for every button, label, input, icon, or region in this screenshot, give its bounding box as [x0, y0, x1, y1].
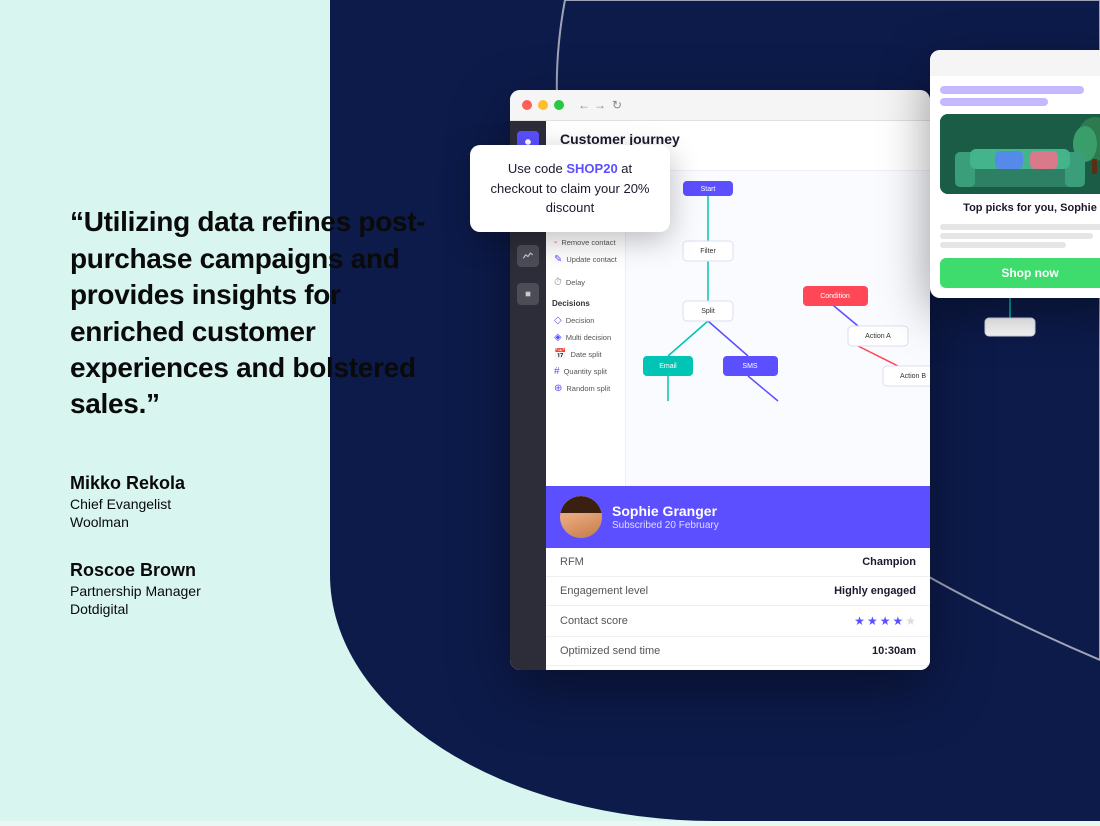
author-name-1: Mikko Rekola — [70, 473, 430, 494]
contact-stars: ★ ★ ★ ★ ★ — [854, 614, 916, 628]
sidebar-chart-icon[interactable] — [517, 245, 539, 267]
star-1: ★ — [854, 614, 865, 628]
update-contact-label: Update contact — [566, 255, 616, 264]
flow-diagram: Start Filter Split Email SMS Condit — [628, 171, 930, 421]
author-block-2: Roscoe Brown Partnership Manager Dotdigi… — [70, 560, 430, 617]
profile-since: Subscribed 20 February — [612, 520, 719, 531]
profile-header: Sophie Granger Subscribed 20 February — [546, 486, 930, 548]
profile-data: RFM Champion Engagement level Highly eng… — [546, 548, 930, 666]
forward-arrow[interactable]: → — [594, 98, 606, 112]
profile-row-sendtime: Optimized send time 10:30am — [546, 637, 930, 666]
email-greeting: Top picks for you, Sophie — [940, 202, 1100, 214]
remove-contact-label: Remove contact — [561, 238, 615, 247]
score-label: Contact score — [560, 615, 628, 627]
action-remove-contact[interactable]: - Remove contact — [552, 234, 619, 251]
email-bar-2 — [940, 98, 1048, 106]
action-random-split[interactable]: ⊕ Random split — [552, 380, 619, 397]
rfm-value: Champion — [862, 556, 916, 568]
avatar-face — [560, 496, 602, 538]
action-quantity-split[interactable]: # Quantity split — [552, 363, 619, 380]
delay-label: Delay — [566, 278, 585, 287]
discount-popup: Use code SHOP20 at checkout to claim you… — [470, 145, 670, 232]
author-title-1: Chief Evangelist — [70, 496, 430, 512]
engagement-label: Engagement level — [560, 585, 648, 597]
text-bar-1 — [940, 224, 1100, 230]
svg-text:Action B: Action B — [900, 373, 926, 380]
email-product-image — [940, 114, 1100, 194]
action-delay[interactable]: ⏱ Delay — [552, 274, 619, 291]
app-titlebar: ← → ↻ — [510, 90, 930, 121]
random-split-label: Random split — [566, 384, 610, 393]
svg-text:Action A: Action A — [865, 333, 891, 340]
author-block-1: Mikko Rekola Chief Evangelist Woolman — [70, 473, 430, 530]
star-2: ★ — [867, 614, 878, 628]
profile-card: Sophie Granger Subscribed 20 February RF… — [546, 486, 930, 666]
email-window: ✕ — [930, 50, 1100, 298]
avatar-hair — [560, 496, 602, 513]
engagement-value: Highly engaged — [834, 585, 916, 597]
email-text-bars — [940, 224, 1100, 248]
rfm-label: RFM — [560, 556, 584, 568]
discount-text-before: Use code — [508, 161, 567, 176]
action-date-split[interactable]: 📅 Date split — [552, 346, 619, 363]
profile-info: Sophie Granger Subscribed 20 February — [612, 503, 719, 531]
svg-text:Split: Split — [701, 308, 715, 315]
text-bar-3 — [940, 242, 1066, 248]
left-panel: “Utilizing data refines post-purchase ca… — [0, 0, 480, 821]
sidebar-settings-icon[interactable] — [517, 283, 539, 305]
svg-text:SMS: SMS — [742, 363, 758, 370]
profile-row-engagement: Engagement level Highly engaged — [546, 577, 930, 606]
email-titlebar: ✕ — [930, 50, 1100, 76]
svg-text:Filter: Filter — [700, 248, 716, 255]
author-title-2: Partnership Manager — [70, 583, 430, 599]
canvas-area: Send SMS Actions + Add contact - Remove … — [546, 171, 930, 666]
tl-green — [554, 100, 564, 110]
right-panel: ← → ↻ — [480, 0, 1100, 821]
text-bar-2 — [940, 233, 1093, 239]
action-decision[interactable]: ◇ Decision — [552, 312, 619, 329]
discount-code: SHOP20 — [566, 161, 617, 176]
tl-yellow — [538, 100, 548, 110]
shop-now-button[interactable]: Shop now — [940, 258, 1100, 288]
back-arrow[interactable]: ← — [578, 98, 590, 112]
email-body: Top picks for you, Sophie Shop now — [930, 76, 1100, 298]
decisions-title: Decisions — [552, 299, 619, 308]
content-wrapper: “Utilizing data refines post-purchase ca… — [0, 0, 1100, 821]
decision-label: Decision — [566, 316, 595, 325]
sendtime-value: 10:30am — [872, 645, 916, 657]
star-4: ★ — [892, 614, 903, 628]
svg-text:Start: Start — [701, 186, 716, 193]
multi-decision-label: Multi decision — [566, 333, 611, 342]
refresh-icon[interactable]: ↻ — [612, 98, 622, 112]
profile-name: Sophie Granger — [612, 503, 719, 519]
profile-avatar — [560, 496, 602, 538]
star-3: ★ — [880, 614, 891, 628]
sendtime-label: Optimized send time — [560, 645, 660, 657]
authors-section: Mikko Rekola Chief Evangelist Woolman Ro… — [70, 473, 430, 617]
email-header-bars — [940, 86, 1100, 106]
profile-row-score: Contact score ★ ★ ★ ★ ★ — [546, 606, 930, 637]
profile-row-rfm: RFM Champion — [546, 548, 930, 577]
nav-arrows: ← → — [578, 98, 606, 112]
star-5: ★ — [905, 614, 916, 628]
svg-text:Condition: Condition — [820, 293, 850, 300]
quote-text: “Utilizing data refines post-purchase ca… — [70, 204, 430, 422]
date-split-label: Date split — [570, 350, 601, 359]
email-bar-1 — [940, 86, 1084, 94]
tl-red — [522, 100, 532, 110]
author-company-1: Woolman — [70, 514, 430, 530]
svg-text:Email: Email — [659, 363, 677, 370]
action-update-contact[interactable]: ✎ Update contact — [552, 251, 619, 268]
author-company-2: Dotdigital — [70, 601, 430, 617]
quantity-split-label: Quantity split — [564, 367, 607, 376]
action-multi-decision[interactable]: ◈ Multi decision — [552, 329, 619, 346]
author-name-2: Roscoe Brown — [70, 560, 430, 581]
